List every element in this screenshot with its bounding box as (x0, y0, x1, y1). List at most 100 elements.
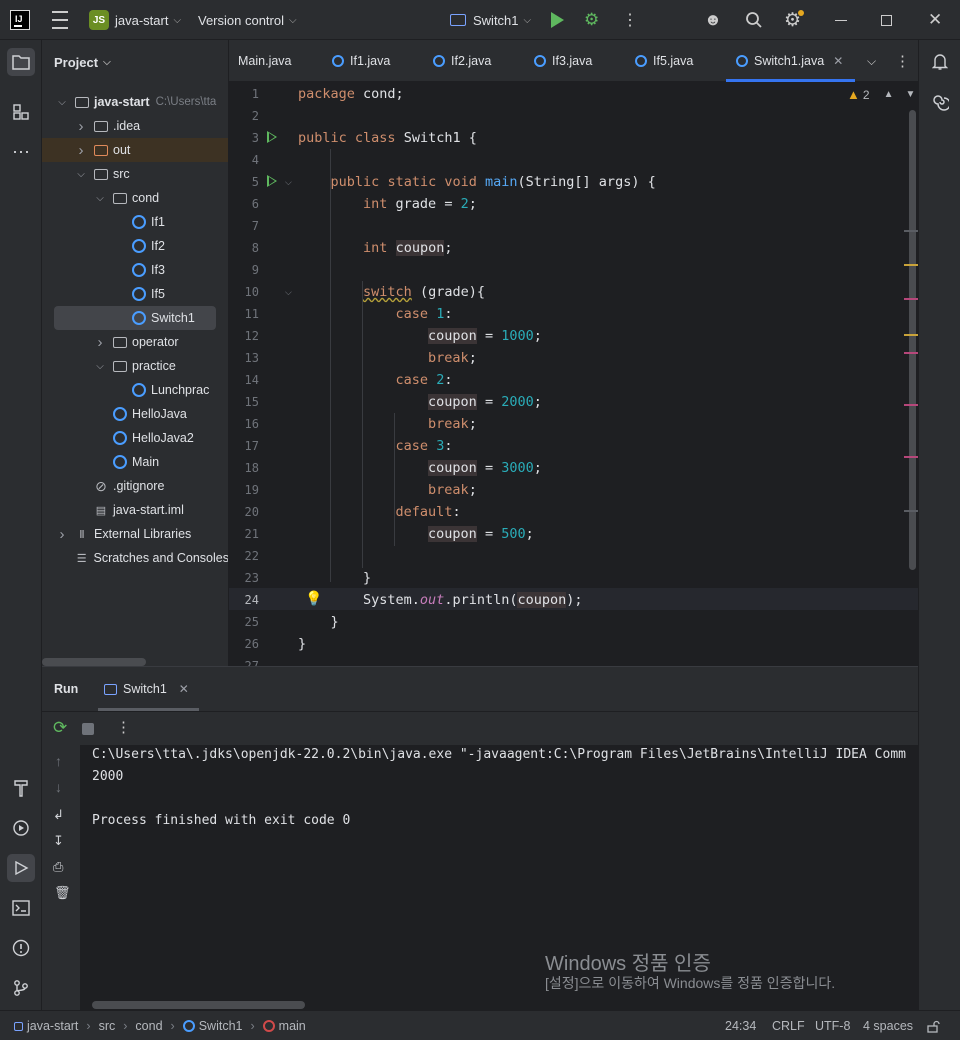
chevron-down-icon[interactable]: ⌵ (94, 193, 106, 204)
tab-label: If5.java (653, 54, 694, 68)
vcs-menu[interactable]: Version control ⌵ (198, 0, 297, 40)
error-stripe-marker[interactable] (904, 264, 918, 266)
inspection-widget[interactable]: ▲ 2 ▲ ▼ (847, 87, 915, 102)
caret-position[interactable]: 24:34 (725, 1011, 756, 1040)
file-encoding[interactable]: UTF-8 (815, 1011, 850, 1040)
vertical-scrollbar[interactable] (909, 110, 916, 570)
structure-icon[interactable] (7, 98, 35, 126)
tree-item-hellojava[interactable]: HelloJava (42, 402, 228, 426)
tree-item-if2[interactable]: If2 (42, 234, 228, 258)
add-user-icon[interactable]: ☻ (704, 0, 722, 40)
chevron-right-icon[interactable]: › (75, 118, 87, 135)
more-tools-icon[interactable]: ⋯ (7, 138, 35, 166)
lock-icon[interactable] (927, 1011, 940, 1040)
breadcrumb-src[interactable]: src (99, 1019, 116, 1033)
run-tab-switch1[interactable]: Switch1 ✕ (98, 667, 199, 711)
code-editor[interactable]: 1 2 3 4 5 6 7 8 9 10 11 12 13 14 15 16 17 18 19 20 21 22 23 24 2… (229, 82, 918, 666)
tree-item-java-start[interactable]: ⌵ java-start C:\Users\tta (42, 90, 228, 114)
run-more-icon[interactable]: ⋮ (116, 718, 131, 736)
tree-item-operator[interactable]: › operator (42, 330, 228, 354)
breadcrumb-method[interactable]: main (279, 1019, 306, 1033)
terminal-icon[interactable] (7, 894, 35, 922)
project-tool-folder-icon[interactable] (7, 48, 35, 76)
run-button[interactable] (551, 0, 564, 40)
tree-item-cond[interactable]: ⌵ cond (42, 186, 228, 210)
chevron-right-icon[interactable]: › (56, 526, 68, 543)
chevron-down-icon[interactable]: ⌵ (56, 97, 68, 108)
run-config-selector[interactable]: Switch1 ⌵ (450, 0, 531, 40)
run-main-gutter-icon[interactable] (267, 131, 277, 143)
error-stripe-marker[interactable] (904, 510, 918, 512)
tab-main-java[interactable]: Main.java (238, 40, 292, 82)
problems-icon[interactable] (7, 934, 35, 962)
close-tab-icon[interactable]: ✕ (833, 54, 843, 68)
fold-chevron-icon[interactable]: ⌵ (285, 177, 292, 188)
notifications-bell-icon[interactable] (926, 48, 954, 76)
tree-item-lunchprac[interactable]: Lunchprac (42, 378, 228, 402)
maximize-button[interactable] (881, 0, 892, 40)
tree-item-if5[interactable]: If5 (42, 282, 228, 306)
tree-item-main[interactable]: Main (42, 450, 228, 474)
search-icon[interactable] (745, 0, 763, 40)
tabs-overflow-chevron-icon[interactable]: ⌵ (867, 40, 876, 82)
error-stripe-marker[interactable] (904, 298, 918, 300)
tree-item-if1[interactable]: If1 (42, 210, 228, 234)
previous-highlight-icon[interactable]: ▲ (884, 89, 894, 100)
tree-item-practice[interactable]: ⌵ practice (42, 354, 228, 378)
settings-gear-icon[interactable]: ⚙ (784, 0, 805, 40)
tab-if1-java[interactable]: If1.java (332, 40, 390, 82)
services-icon[interactable] (7, 814, 35, 842)
chevron-down-icon[interactable]: ⌵ (75, 169, 87, 180)
chevron-right-icon[interactable]: › (75, 142, 87, 159)
error-stripe-marker[interactable] (904, 334, 918, 336)
close-run-tab-icon[interactable]: ✕ (179, 682, 189, 696)
chevron-down-icon[interactable]: ⌵ (94, 361, 106, 372)
tabs-more-icon[interactable]: ⋮ (895, 40, 910, 82)
tree-item-src[interactable]: ⌵ src (42, 162, 228, 186)
error-stripe-marker[interactable] (904, 230, 918, 232)
run-tool-icon[interactable] (7, 854, 35, 882)
lightbulb-icon[interactable]: 💡 (305, 590, 322, 607)
tab-if2-java[interactable]: If2.java (433, 40, 491, 82)
git-branch-icon[interactable] (7, 974, 35, 1002)
breadcrumb-package[interactable]: cond (135, 1019, 162, 1033)
next-highlight-icon[interactable]: ▼ (905, 89, 915, 100)
minimize-button[interactable] (835, 0, 847, 40)
stop-icon[interactable] (82, 723, 94, 735)
tree-item-scratches-and-consoles[interactable]: ☰ Scratches and Consoles (42, 546, 228, 570)
tree-item-java-start-iml[interactable]: ▤ java-start.iml (42, 498, 228, 522)
tree-item-switch1[interactable]: Switch1 (54, 306, 216, 330)
run-method-gutter-icon[interactable] (267, 175, 277, 187)
fold-chevron-icon[interactable]: ⌵ (285, 287, 292, 298)
tab-switch1-java[interactable]: Switch1.java ✕ (725, 40, 856, 82)
rerun-icon[interactable]: ⟳ (53, 718, 67, 738)
project-panel-header[interactable]: Project ⌵ (42, 40, 228, 84)
build-hammer-icon[interactable] (7, 774, 35, 802)
console-horizontal-scrollbar[interactable] (92, 1001, 305, 1009)
line-separator[interactable]: CRLF (772, 1011, 805, 1040)
breadcrumb-class[interactable]: Switch1 (199, 1019, 243, 1033)
chevron-right-icon[interactable]: › (94, 334, 106, 351)
tab-if3-java[interactable]: If3.java (534, 40, 592, 82)
debug-button[interactable]: ⚙ (584, 0, 599, 40)
tree-item-external-libraries[interactable]: › Ⅱ External Libraries (42, 522, 228, 546)
tree-item-gitignore[interactable]: ⊘ .gitignore (42, 474, 228, 498)
error-stripe-marker[interactable] (904, 352, 918, 354)
tree-item-if3[interactable]: If3 (42, 258, 228, 282)
breadcrumb-project[interactable]: java-start (27, 1019, 78, 1033)
project-switcher[interactable]: JS java-start ⌵ (89, 0, 181, 40)
console-output[interactable]: C:\Users\tta\.jdks\openjdk-22.0.2\bin\ja… (42, 745, 918, 1011)
tab-if5-java[interactable]: If5.java (635, 40, 693, 82)
ai-assistant-spiral-icon[interactable] (926, 88, 954, 116)
tree-item-idea[interactable]: › .idea (42, 114, 228, 138)
error-stripe-marker[interactable] (904, 404, 918, 406)
error-stripe-marker[interactable] (904, 456, 918, 458)
run-panel-title[interactable]: Run (54, 682, 78, 696)
main-menu-icon[interactable] (52, 0, 68, 40)
close-window-button[interactable]: ✕ (928, 0, 942, 40)
project-horizontal-scrollbar[interactable] (42, 658, 146, 666)
indent-setting[interactable]: 4 spaces (863, 1011, 913, 1040)
tree-item-hellojava2[interactable]: HelloJava2 (42, 426, 228, 450)
more-actions-icon[interactable]: ⋮ (622, 0, 638, 40)
tree-item-out[interactable]: › out (42, 138, 228, 162)
